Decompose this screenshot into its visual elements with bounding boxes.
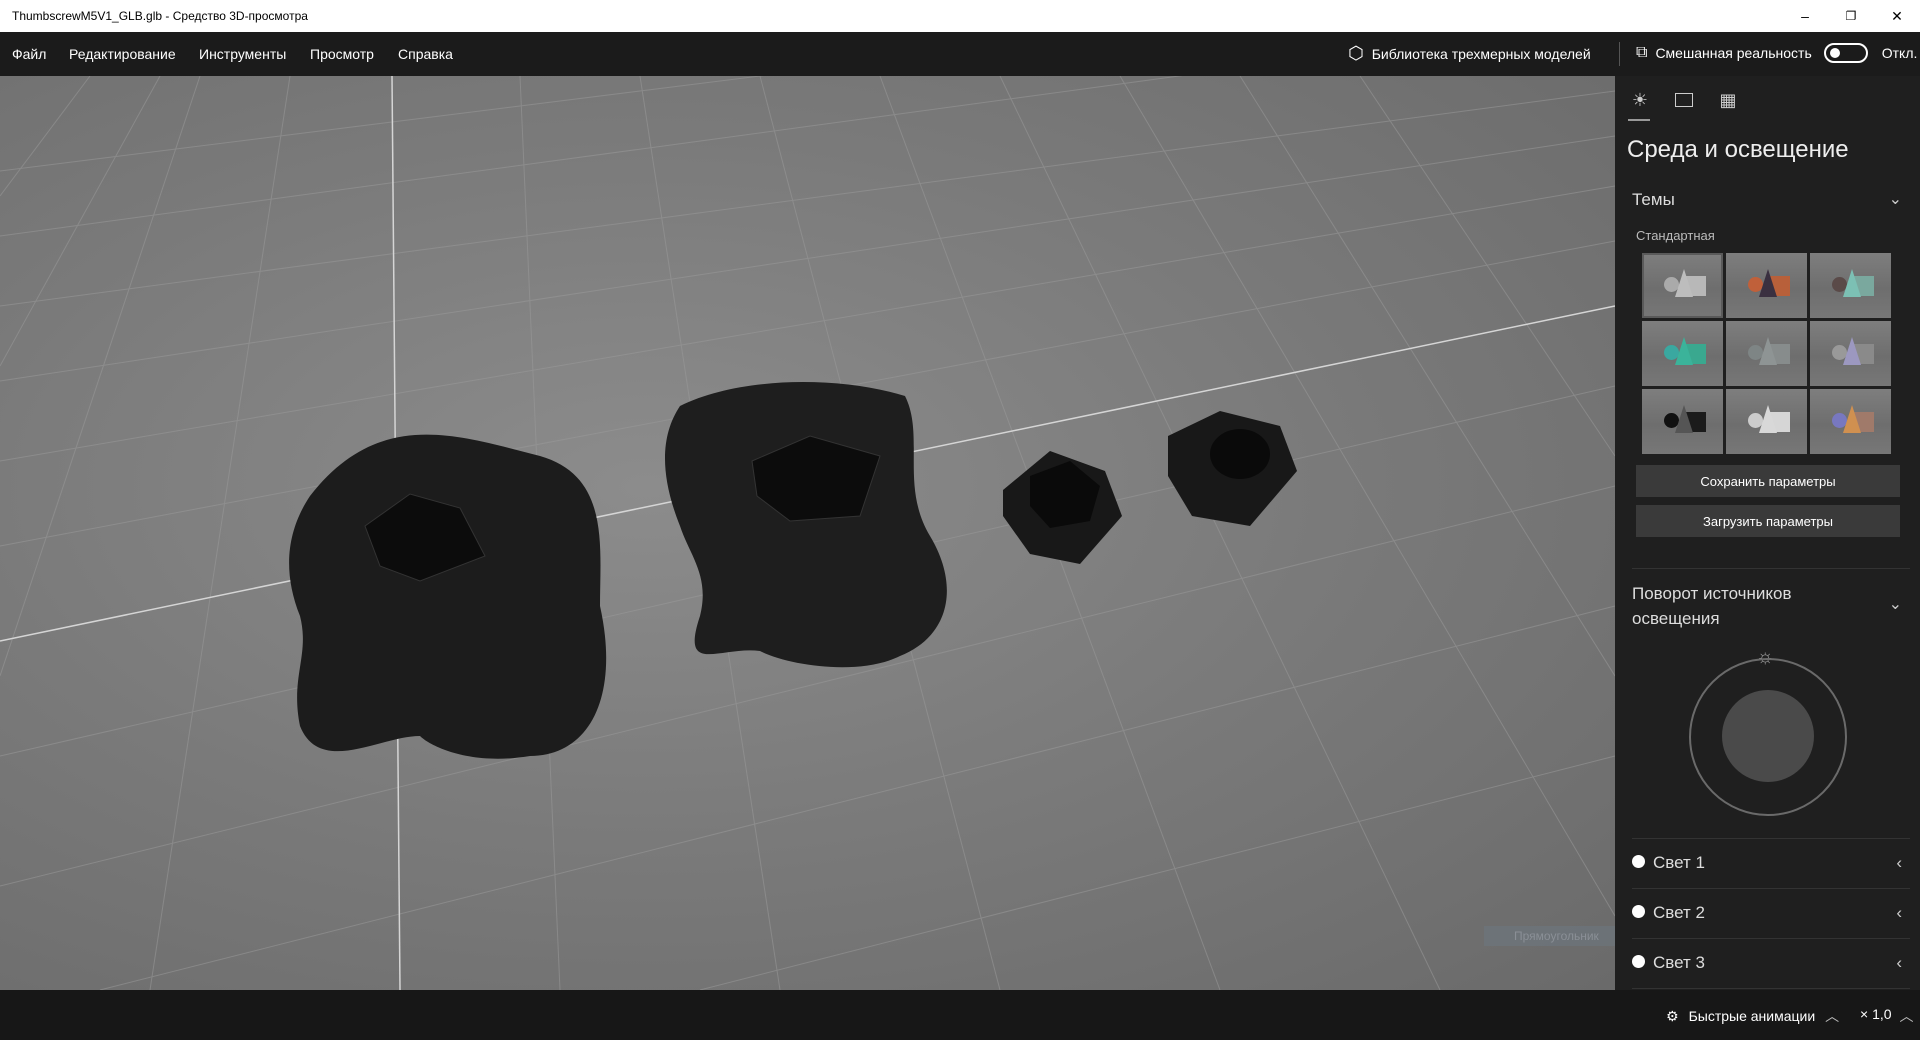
theme-cone — [1759, 269, 1777, 297]
theme-cone — [1759, 337, 1777, 365]
themes-subtitle: Стандартная — [1636, 228, 1715, 243]
grid-icon: ▦ — [1719, 89, 1737, 110]
mixed-reality-icon: ⧉ — [1636, 44, 1648, 61]
theme-grid — [1642, 253, 1891, 454]
3d-library-button[interactable]: ⬡ Библиотека трехмерных моделей — [1348, 43, 1591, 64]
stats-icon — [1675, 93, 1693, 107]
animation-icon: ⚙ — [1666, 1007, 1679, 1024]
library-label: Библиотека трехмерных моделей — [1371, 45, 1591, 62]
knob-large[interactable] — [289, 434, 607, 759]
chevron-left-icon[interactable]: ‹ — [1896, 853, 1902, 873]
restore-button[interactable]: ❐ — [1828, 0, 1874, 32]
tab-stats[interactable] — [1672, 88, 1696, 112]
toggle-knob — [1829, 48, 1840, 58]
theme-cone — [1675, 269, 1693, 297]
theme-cone — [1759, 405, 1777, 433]
save-settings-button[interactable]: Сохранить параметры — [1636, 465, 1900, 497]
side-panel: ☀ ▦ Среда и освещение Темы ⌄ Стандартная… — [1615, 76, 1920, 990]
tab-environment-lighting[interactable]: ☀ — [1628, 88, 1652, 112]
minimize-button[interactable]: – — [1782, 0, 1828, 32]
panel-title: Среда и освещение — [1627, 136, 1849, 163]
theme-thumbnail[interactable] — [1642, 253, 1723, 318]
speed-value: × 1,0 — [1860, 1006, 1892, 1022]
mixed-reality-toggle[interactable] — [1823, 43, 1868, 63]
chevron-up-icon: ︿ — [1825, 1008, 1840, 1024]
theme-thumbnail[interactable] — [1810, 389, 1891, 454]
mixed-reality-label: Смешанная реальность — [1655, 45, 1812, 61]
window-title: ThumbscrewM5V1_GLB.glb - Средство 3D-про… — [12, 9, 308, 23]
theme-thumbnail[interactable] — [1726, 253, 1807, 318]
scene — [0, 76, 1615, 990]
3d-viewport[interactable]: Прямоугольник — [0, 76, 1615, 990]
light-rotation-header[interactable]: Поворот источников освещения — [1632, 581, 1862, 631]
load-settings-button[interactable]: Загрузить параметры — [1636, 505, 1900, 537]
light-2-row[interactable]: Свет 2 ‹ — [1632, 888, 1902, 938]
animations-label: Быстрые анимации — [1688, 1008, 1816, 1024]
light-color-dot — [1632, 854, 1645, 868]
theme-cone — [1843, 269, 1861, 297]
chevron-down-icon[interactable]: ⌄ — [1889, 594, 1902, 614]
menu-view[interactable]: Просмотр — [310, 46, 374, 62]
title-bar: ThumbscrewM5V1_GLB.glb - Средство 3D-про… — [0, 0, 1920, 32]
theme-thumbnail[interactable] — [1726, 321, 1807, 386]
light-1-row[interactable]: Свет 1 ‹ — [1632, 838, 1902, 888]
light-label: Свет 3 — [1653, 953, 1705, 972]
mixed-reality-control: ⧉ Смешанная реальность Откл. — [1636, 43, 1917, 63]
theme-cone — [1675, 337, 1693, 365]
theme-thumbnail[interactable] — [1810, 253, 1891, 318]
theme-thumbnail[interactable] — [1642, 321, 1723, 386]
divider — [1632, 568, 1910, 569]
chevron-left-icon[interactable]: ‹ — [1896, 903, 1902, 923]
divider — [1619, 42, 1620, 66]
theme-cone — [1843, 337, 1861, 365]
nut-hole — [1210, 429, 1270, 479]
toggle-state: Откл. — [1881, 45, 1918, 61]
menu-bar: Файл Редактирование Инструменты Просмотр… — [0, 32, 1920, 76]
theme-thumbnail[interactable] — [1810, 321, 1891, 386]
theme-thumbnail[interactable] — [1726, 389, 1807, 454]
sun-icon: ☀ — [1631, 89, 1649, 110]
theme-cone — [1675, 405, 1693, 433]
menu-file[interactable]: Файл — [12, 46, 46, 62]
menu-help[interactable]: Справка — [398, 46, 453, 62]
speed-control[interactable]: × 1,0 ︿ — [1860, 1006, 1914, 1026]
theme-cone — [1843, 405, 1861, 433]
chevron-left-icon[interactable]: ‹ — [1896, 953, 1902, 973]
menu-tools[interactable]: Инструменты — [199, 46, 286, 62]
light-label: Свет 2 — [1653, 903, 1705, 922]
themes-header[interactable]: Темы — [1632, 190, 1675, 210]
light-color-dot — [1632, 954, 1645, 968]
knob-medium[interactable] — [665, 382, 947, 668]
tab-grid[interactable]: ▦ — [1716, 88, 1740, 112]
chevron-up-icon: ︿ — [1899, 1008, 1914, 1024]
chevron-down-icon[interactable]: ⌄ — [1889, 189, 1902, 209]
tooltip: Прямоугольник — [1484, 926, 1615, 946]
menu-edit[interactable]: Редактирование — [69, 46, 176, 62]
animations-button[interactable]: ⚙ Быстрые анимации ︿ — [1666, 1006, 1839, 1026]
tab-indicator — [1628, 119, 1650, 121]
light-sphere[interactable] — [1722, 690, 1814, 782]
light-3-row[interactable]: Свет 3 ‹ — [1632, 938, 1902, 988]
close-button[interactable]: ✕ — [1874, 0, 1920, 32]
theme-thumbnail[interactable] — [1642, 389, 1723, 454]
status-bar: ⚙ Быстрые анимации ︿ × 1,0 ︿ — [0, 990, 1920, 1040]
light-label: Свет 1 — [1653, 853, 1705, 872]
cube-icon: ⬡ — [1348, 43, 1364, 63]
divider — [1632, 988, 1910, 989]
light-color-dot — [1632, 904, 1645, 918]
